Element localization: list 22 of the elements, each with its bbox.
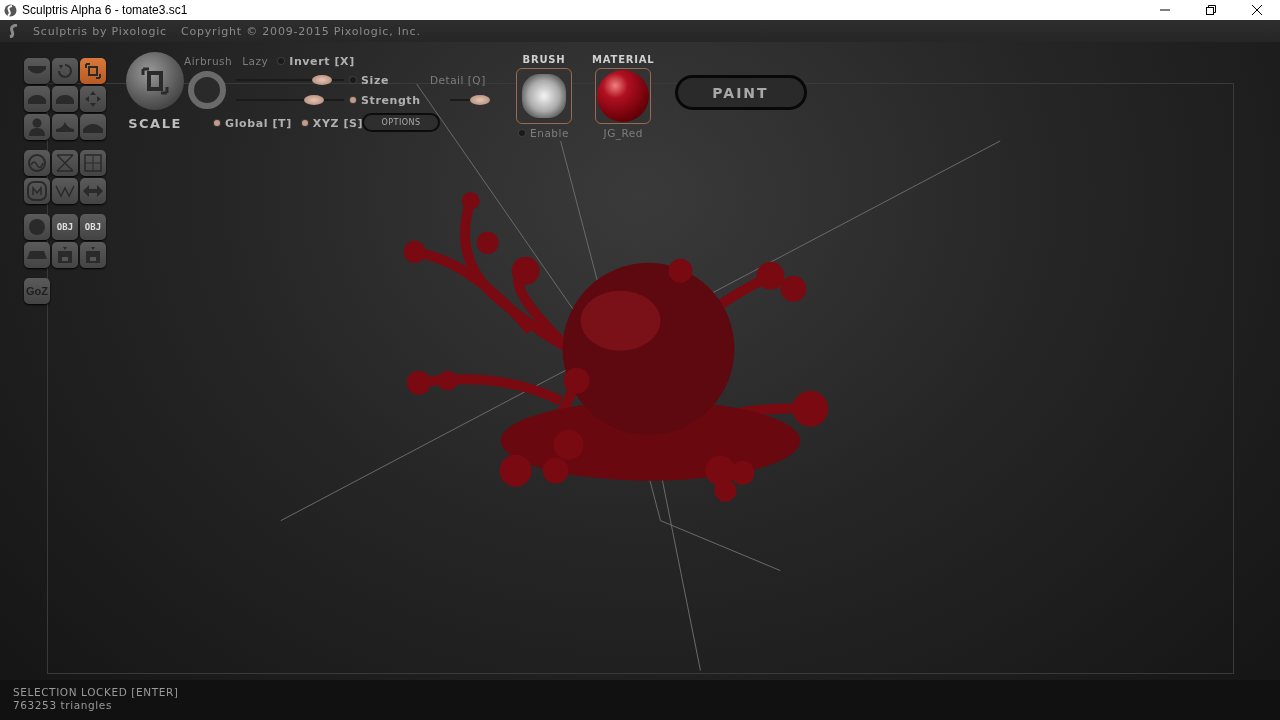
airbrush-label[interactable]: Airbrush: [184, 55, 233, 67]
material-title: MATERIAL: [592, 54, 655, 65]
copyright-text: Copyright © 2009-2015 Pixologic, Inc.: [181, 24, 421, 38]
brand-text: Sculptris by Pixologic: [33, 24, 167, 38]
options-button[interactable]: OPTIONS: [362, 113, 440, 132]
lazy-label[interactable]: Lazy: [242, 55, 269, 67]
size-label: Size: [361, 73, 389, 87]
status-text: SELECTION LOCKED [ENTER]: [13, 685, 180, 698]
window-title: Sculptris Alpha 6 - tomate3.sc1: [22, 3, 189, 17]
detail-label: Detail [Q]: [430, 74, 487, 86]
tool-name: SCALE: [128, 115, 182, 131]
obj-button[interactable]: OBJ: [52, 214, 78, 240]
invert-label: Invert [X]: [289, 54, 355, 68]
brush-title: BRUSH: [522, 54, 566, 65]
xyz-label: XYZ [S]: [312, 116, 364, 130]
enable-label: Enable: [530, 127, 569, 139]
obj-button[interactable]: OBJ: [80, 214, 106, 240]
paint-button[interactable]: PAINT: [674, 75, 807, 110]
global-label: Global [T]: [225, 116, 292, 130]
status-text: 763253 triangles: [13, 698, 113, 711]
strength-label: Strength: [361, 93, 421, 107]
material-name: JG_Red: [603, 127, 643, 139]
